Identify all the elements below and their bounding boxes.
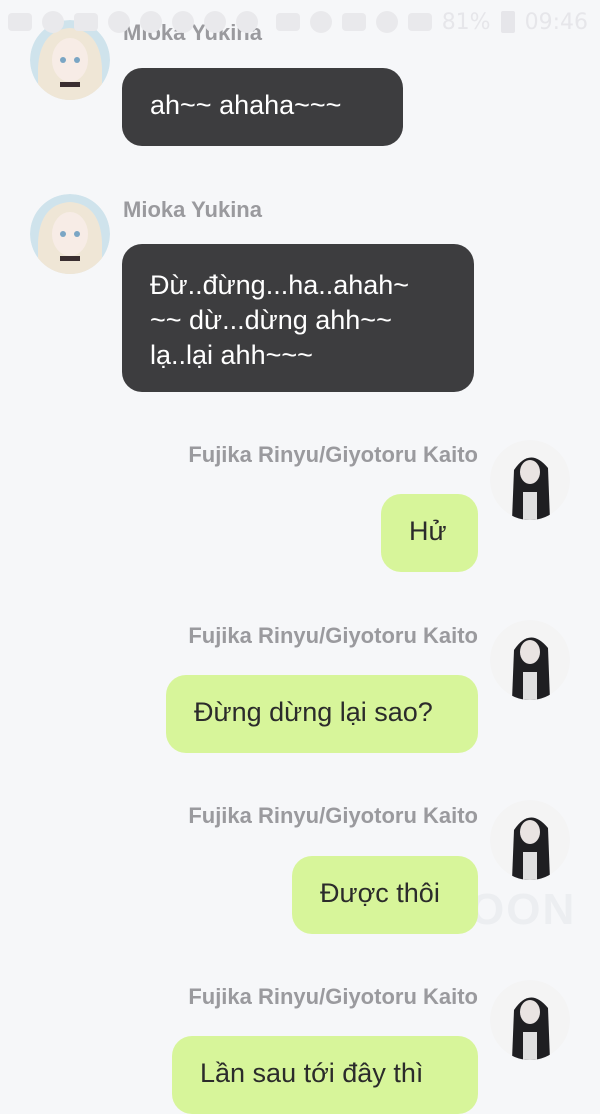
anime-girl-avatar-icon[interactable] bbox=[30, 194, 110, 274]
watermark-logo: OON bbox=[470, 885, 577, 934]
dark-haired-character-avatar-icon[interactable] bbox=[490, 980, 570, 1060]
sender-name: Mioka Yukina bbox=[123, 197, 262, 222]
message-text: ah~~ ahaha~~~ bbox=[150, 90, 342, 120]
wifi-icon bbox=[375, 11, 398, 33]
status-bar: 81% 09:46 bbox=[0, 0, 600, 44]
sender-name: Fujika Rinyu/Giyotoru Kaito bbox=[188, 984, 478, 1009]
dark-haired-character-avatar-icon[interactable] bbox=[490, 440, 570, 520]
message-bubble[interactable]: ah~~ ahaha~~~ bbox=[122, 68, 403, 146]
message-text: Lần sau tới đây thì bbox=[200, 1058, 424, 1088]
message-icon bbox=[74, 13, 98, 31]
message-text: Được thôi bbox=[320, 878, 440, 908]
message-bubble[interactable]: Hử bbox=[381, 494, 478, 572]
sender-name: Fujika Rinyu/Giyotoru Kaito bbox=[188, 442, 478, 467]
app-icon bbox=[42, 11, 64, 33]
status-icons-right: 81% 09:46 bbox=[275, 9, 588, 35]
mute-icon bbox=[309, 11, 332, 33]
signal-icon bbox=[407, 13, 432, 31]
app-icon bbox=[172, 11, 194, 33]
app-icon bbox=[140, 11, 162, 33]
message-text: Đừng dừng lại sao? bbox=[194, 697, 433, 727]
message-bubble[interactable]: Đừng dừng lại sao? bbox=[166, 675, 478, 753]
app-icon bbox=[204, 11, 226, 33]
notification-icon bbox=[8, 13, 32, 31]
nfc-icon bbox=[341, 13, 366, 31]
clock: 09:46 bbox=[524, 9, 588, 35]
dark-haired-character-avatar-icon[interactable] bbox=[490, 800, 570, 880]
status-icons-left bbox=[8, 11, 258, 33]
battery-icon bbox=[500, 11, 515, 33]
message-bubble[interactable]: Đừ..đừng...ha..ahah~ ~~ dừ...dừng ahh~~ … bbox=[122, 244, 474, 392]
message-text: Hử bbox=[409, 516, 447, 546]
message-bubble[interactable]: Được thôi bbox=[292, 856, 478, 934]
battery-percent: 81% bbox=[441, 9, 491, 35]
dark-haired-character-avatar-icon[interactable] bbox=[490, 620, 570, 700]
app-icon bbox=[236, 11, 258, 33]
message-bubble[interactable]: Lần sau tới đây thì bbox=[172, 1036, 478, 1114]
lock-icon bbox=[275, 13, 300, 31]
message-text-line: Đừ..đừng...ha..ahah~ bbox=[150, 270, 410, 300]
message-text-line: ~~ dừ...dừng ahh~~ bbox=[150, 305, 392, 335]
sender-name: Fujika Rinyu/Giyotoru Kaito bbox=[188, 803, 478, 828]
message-text-line: lạ..lại ahh~~~ bbox=[150, 340, 313, 370]
sync-icon bbox=[108, 11, 130, 33]
sender-name: Fujika Rinyu/Giyotoru Kaito bbox=[188, 623, 478, 648]
